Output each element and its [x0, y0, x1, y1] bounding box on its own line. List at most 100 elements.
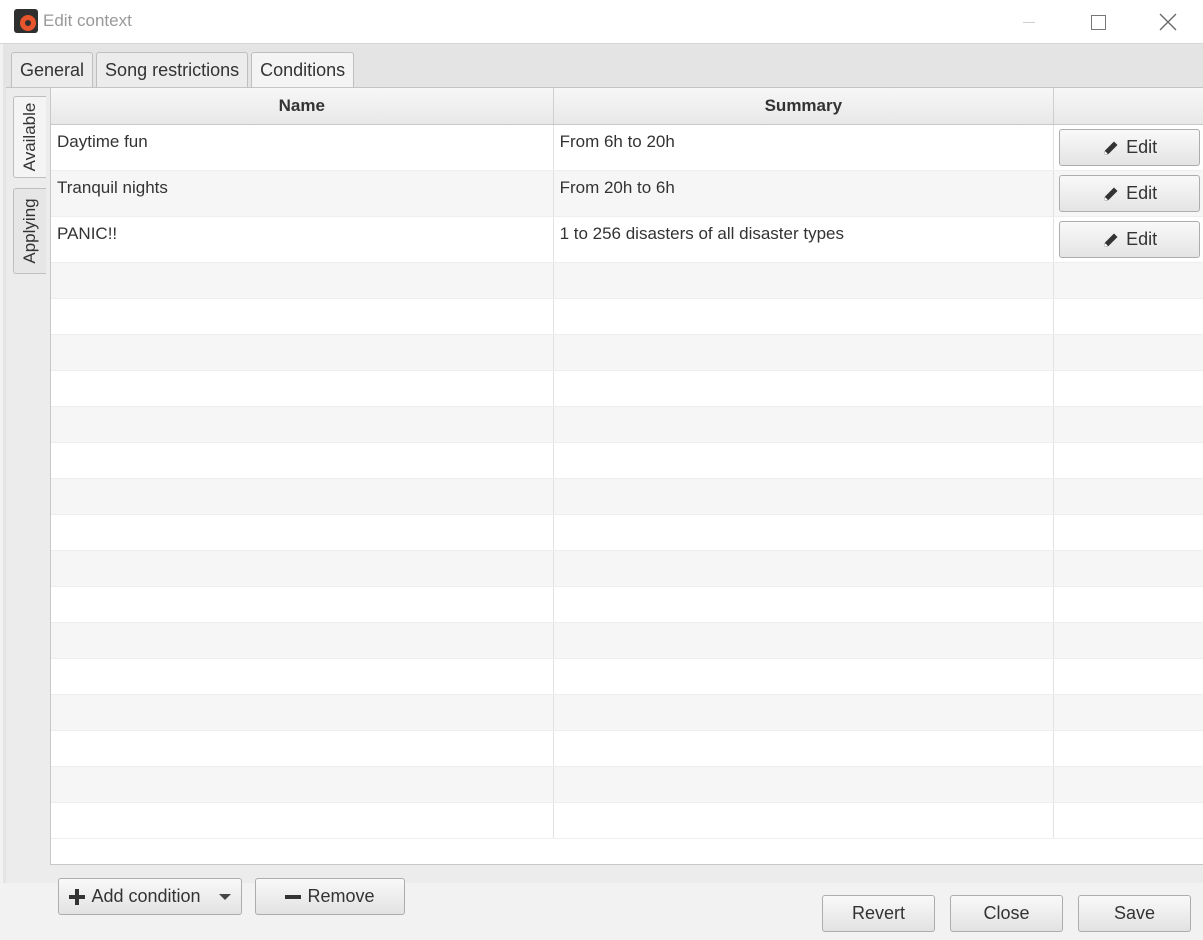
empty-cell	[51, 731, 554, 766]
app-icon	[14, 9, 38, 33]
close-icon	[1159, 13, 1177, 31]
table-row[interactable]: Daytime fun From 6h to 20h Edit	[51, 125, 1203, 171]
table-row[interactable]: PANIC!! 1 to 256 disasters of all disast…	[51, 217, 1203, 263]
pencil-icon	[1104, 141, 1118, 155]
revert-button[interactable]: Revert	[822, 895, 935, 932]
empty-cell	[554, 767, 1055, 802]
column-header-action[interactable]	[1054, 88, 1203, 124]
empty-table-row	[51, 803, 1203, 839]
empty-cell	[1054, 767, 1203, 802]
empty-cell	[1054, 407, 1203, 442]
empty-cell	[1054, 443, 1203, 478]
empty-cell	[51, 803, 554, 838]
empty-cell	[51, 335, 554, 370]
empty-cell	[1054, 551, 1203, 586]
close-window-button[interactable]	[1145, 0, 1191, 44]
empty-cell	[1054, 335, 1203, 370]
empty-table-row	[51, 299, 1203, 335]
empty-cell	[1054, 587, 1203, 622]
empty-cell	[51, 407, 554, 442]
empty-cell	[51, 479, 554, 514]
empty-cell	[554, 479, 1055, 514]
chevron-down-icon[interactable]	[218, 893, 231, 900]
empty-table-row	[51, 587, 1203, 623]
empty-cell	[1054, 695, 1203, 730]
empty-cell	[554, 587, 1055, 622]
minimize-icon	[1023, 21, 1035, 23]
maximize-button[interactable]	[1075, 0, 1121, 44]
row-summary: From 6h to 20h	[554, 125, 1055, 170]
column-header-summary[interactable]: Summary	[554, 88, 1055, 124]
row-name: PANIC!!	[51, 217, 554, 262]
add-condition-label: Add condition	[91, 886, 201, 906]
edit-button[interactable]: Edit	[1059, 129, 1201, 166]
tab-bar: General Song restrictions Conditions	[11, 52, 355, 89]
row-summary: 1 to 256 disasters of all disaster types	[554, 217, 1055, 262]
pencil-icon	[1104, 187, 1118, 201]
empty-table-row	[51, 551, 1203, 587]
empty-cell	[1054, 299, 1203, 334]
minimize-button[interactable]	[1006, 0, 1052, 44]
empty-cell	[554, 551, 1055, 586]
empty-cell	[554, 731, 1055, 766]
empty-table-row	[51, 623, 1203, 659]
empty-table-row	[51, 515, 1203, 551]
empty-rows	[51, 263, 1203, 839]
empty-cell	[51, 587, 554, 622]
empty-cell	[51, 551, 554, 586]
row-name: Tranquil nights	[51, 171, 554, 216]
empty-table-row	[51, 443, 1203, 479]
row-action-cell: Edit	[1054, 217, 1203, 262]
empty-table-row	[51, 695, 1203, 731]
table-body: Daytime fun From 6h to 20h Edit Tranquil…	[51, 125, 1203, 839]
main-panel: General Song restrictions Conditions Ava…	[3, 44, 1203, 915]
empty-table-row	[51, 479, 1203, 515]
column-header-name[interactable]: Name	[51, 88, 554, 124]
tab-song-restrictions[interactable]: Song restrictions	[96, 52, 249, 88]
conditions-table: Name Summary Daytime fun From 6h to 20h …	[50, 88, 1203, 865]
empty-cell	[51, 767, 554, 802]
conditions-panel: Available Applying Name Summary Daytime …	[6, 87, 1203, 915]
empty-cell	[554, 695, 1055, 730]
empty-cell	[1054, 515, 1203, 550]
empty-cell	[554, 803, 1055, 838]
empty-cell	[1054, 659, 1203, 694]
add-condition-button[interactable]: Add condition	[58, 878, 242, 915]
row-name: Daytime fun	[51, 125, 554, 170]
edit-button-label: Edit	[1126, 137, 1158, 157]
empty-cell	[554, 659, 1055, 694]
pencil-icon	[1104, 233, 1118, 247]
edit-button[interactable]: Edit	[1059, 175, 1201, 212]
title-bar: Edit context	[0, 0, 1203, 44]
side-tab-available[interactable]: Available	[13, 96, 46, 178]
plus-icon	[69, 888, 86, 905]
save-button[interactable]: Save	[1078, 895, 1191, 932]
empty-cell	[51, 659, 554, 694]
table-row[interactable]: Tranquil nights From 20h to 6h Edit	[51, 171, 1203, 217]
remove-button[interactable]: Remove	[255, 878, 405, 915]
empty-table-row	[51, 731, 1203, 767]
empty-cell	[1054, 623, 1203, 658]
empty-cell	[1054, 803, 1203, 838]
empty-cell	[51, 443, 554, 478]
edit-button[interactable]: Edit	[1059, 221, 1201, 258]
empty-table-row	[51, 767, 1203, 803]
empty-cell	[554, 623, 1055, 658]
empty-cell	[1054, 263, 1203, 298]
empty-table-row	[51, 335, 1203, 371]
empty-table-row	[51, 659, 1203, 695]
tab-general[interactable]: General	[11, 52, 94, 88]
row-action-cell: Edit	[1054, 125, 1203, 170]
remove-label: Remove	[307, 886, 375, 906]
row-action-cell: Edit	[1054, 171, 1203, 216]
empty-cell	[51, 371, 554, 406]
empty-table-row	[51, 407, 1203, 443]
table-header: Name Summary	[51, 88, 1203, 125]
empty-table-row	[51, 371, 1203, 407]
side-tab-applying[interactable]: Applying	[13, 188, 46, 274]
empty-cell	[1054, 479, 1203, 514]
close-button[interactable]: Close	[950, 895, 1063, 932]
maximize-icon	[1090, 14, 1106, 30]
side-tab-applying-label: Applying	[20, 198, 39, 264]
tab-conditions[interactable]: Conditions	[251, 52, 355, 89]
